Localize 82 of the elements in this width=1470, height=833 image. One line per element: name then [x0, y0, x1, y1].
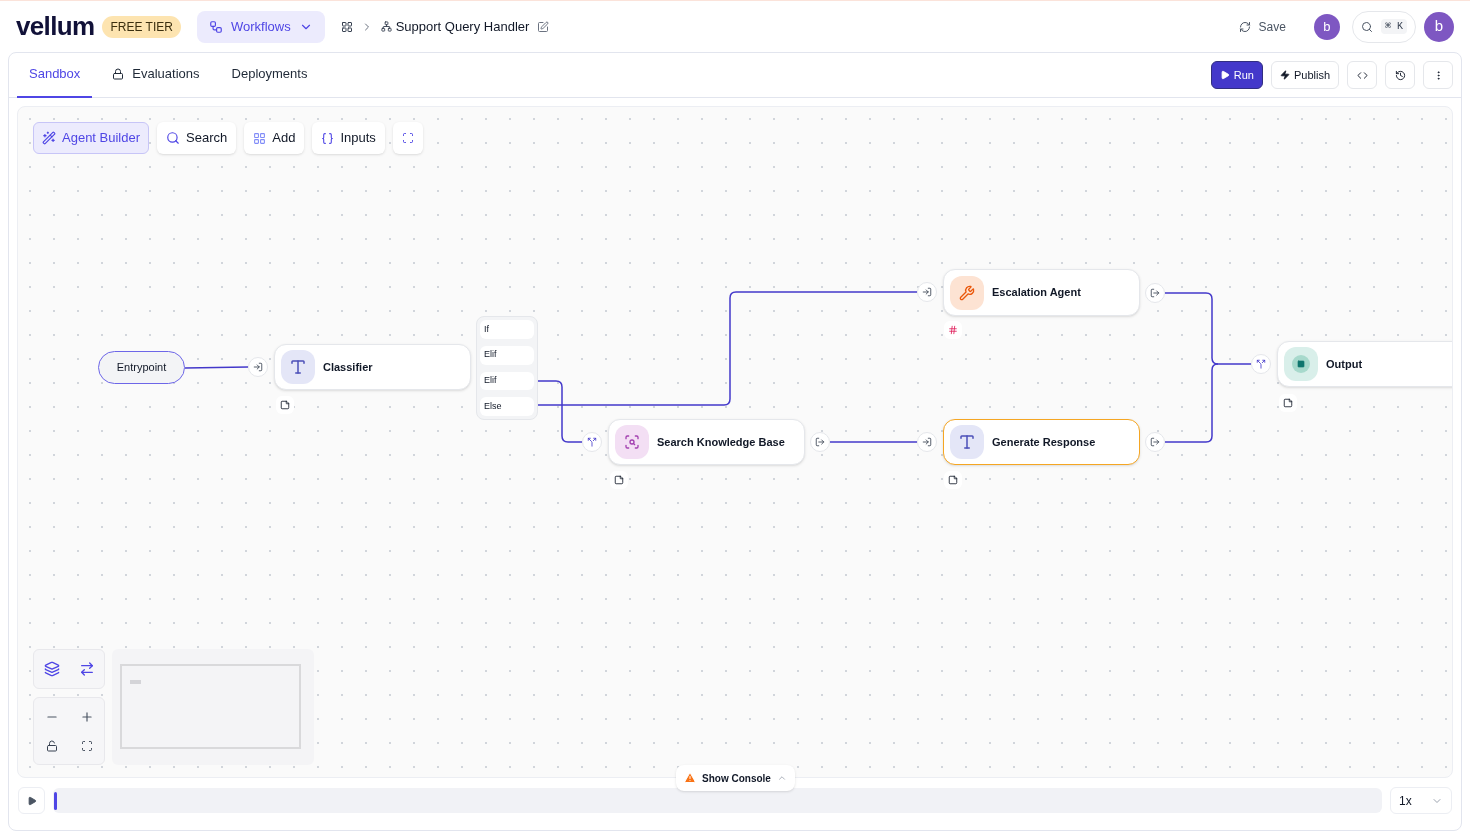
workflow-icon — [380, 21, 392, 32]
condition-item[interactable]: If — [480, 320, 534, 339]
note-icon[interactable] — [944, 471, 962, 489]
condition-item[interactable]: Else — [480, 397, 534, 416]
warning-icon — [684, 772, 696, 784]
avatar[interactable]: b — [1313, 13, 1340, 40]
search-icon — [1360, 20, 1373, 33]
keyboard-shortcut: ⌘ K — [1380, 19, 1407, 34]
lock-icon[interactable] — [45, 740, 58, 752]
search-icon — [615, 425, 649, 459]
swap-icon[interactable] — [78, 661, 95, 677]
braces-icon — [321, 131, 335, 145]
workflow-node[interactable]: Search Knowledge Base — [608, 419, 805, 465]
node-title: Classifier — [323, 359, 373, 375]
connection-handle[interactable] — [810, 432, 830, 452]
code-button[interactable] — [1347, 61, 1377, 89]
minimap-node — [130, 680, 141, 684]
fullscreen-icon — [401, 132, 414, 144]
connection-handle[interactable] — [582, 432, 602, 452]
connection-handle[interactable] — [917, 432, 937, 452]
breadcrumb-title[interactable]: Support Query Handler — [395, 16, 530, 37]
text-icon — [281, 350, 315, 384]
play-icon — [1219, 70, 1230, 80]
workflows-menu[interactable]: Workflows — [196, 10, 325, 43]
note-icon[interactable] — [1279, 394, 1297, 412]
workflow-node[interactable]: Escalation Agent — [943, 269, 1140, 316]
console-toggle[interactable]: Show Console — [676, 765, 795, 791]
fit-view-icon[interactable] — [80, 740, 93, 752]
toolbar-button[interactable]: Agent Builder — [33, 122, 150, 154]
hash-icon[interactable] — [944, 321, 962, 339]
connection-handle[interactable] — [917, 282, 937, 302]
toolbar-button[interactable]: Search — [157, 122, 237, 154]
code-icon — [1356, 69, 1368, 81]
publish-button[interactable]: Publish — [1270, 61, 1339, 89]
condition-item[interactable]: Elif — [480, 371, 534, 391]
save-button[interactable]: Save — [1230, 12, 1294, 41]
timeline-track[interactable] — [53, 788, 1382, 813]
connection-handle[interactable] — [1145, 283, 1165, 303]
zoom-in-icon[interactable] — [79, 710, 94, 724]
chevron-up-icon — [776, 773, 787, 783]
node-title: Generate Response — [992, 434, 1096, 450]
workflow-node[interactable]: Generate Response — [943, 419, 1140, 465]
tab[interactable]: Deployments — [219, 52, 320, 98]
connection-handle[interactable] — [1145, 432, 1165, 452]
grid-plus-icon — [253, 131, 267, 145]
connection-handle[interactable] — [248, 357, 268, 377]
workflow-node[interactable]: Classifier — [274, 344, 471, 390]
search-icon — [166, 131, 181, 145]
tab[interactable]: Sandbox — [17, 52, 93, 98]
note-icon[interactable] — [610, 471, 628, 489]
playhead[interactable] — [54, 791, 57, 810]
node-title: Search Knowledge Base — [657, 434, 785, 450]
lightning-icon — [1279, 70, 1290, 80]
run-button[interactable]: Run — [1210, 61, 1263, 89]
history-icon — [1394, 69, 1406, 81]
play-button[interactable] — [18, 787, 45, 814]
speed-select[interactable]: 1x — [1390, 787, 1452, 814]
connection-handle[interactable] — [1251, 354, 1271, 374]
profile-avatar[interactable]: b — [1424, 11, 1454, 42]
node-title: Escalation Agent — [992, 285, 1081, 301]
layers-icon[interactable] — [43, 661, 60, 677]
refresh-icon — [1238, 20, 1251, 33]
connector-line — [184, 366, 249, 369]
workflow-icon — [208, 19, 223, 34]
plan-badge: FREE TIER — [102, 15, 181, 38]
stop-icon — [1284, 347, 1318, 381]
history-button[interactable] — [1385, 61, 1415, 89]
entrypoint-node[interactable]: Entrypoint — [98, 351, 185, 384]
wand-icon — [42, 131, 56, 145]
note-icon[interactable] — [276, 396, 294, 414]
condition-item[interactable]: Elif — [480, 345, 534, 365]
workflow-node[interactable]: Output — [1277, 341, 1452, 387]
tab[interactable]: Evaluations — [100, 52, 212, 98]
node-title: Output — [1326, 356, 1363, 372]
text-icon — [950, 425, 984, 459]
wrench-icon — [950, 275, 984, 310]
grid-icon[interactable] — [340, 20, 353, 33]
edit-icon[interactable] — [537, 20, 550, 33]
play-icon — [26, 795, 37, 806]
toolbar-button[interactable]: Add — [244, 122, 305, 154]
logo[interactable]: vellum — [16, 7, 95, 46]
toolbar-button[interactable]: Inputs — [312, 122, 385, 154]
